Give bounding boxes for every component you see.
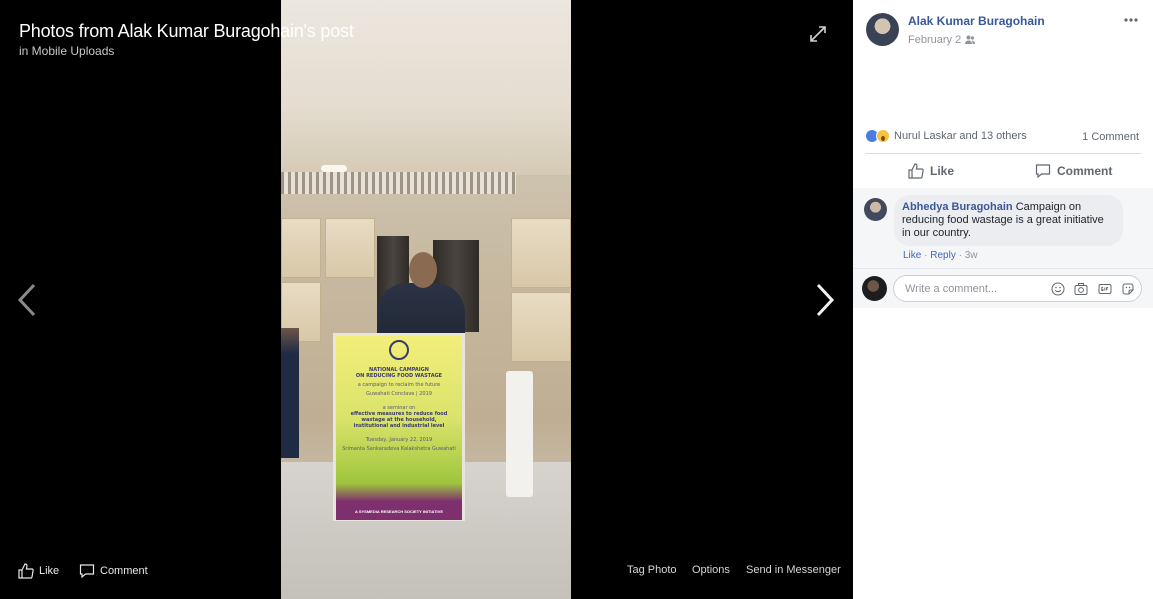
chevron-left-icon[interactable] — [16, 283, 40, 317]
reactions-names[interactable]: Nurul Laskar and 13 others — [894, 130, 1027, 142]
write-comment-input[interactable]: Write a comment... — [893, 275, 1142, 302]
photo-wall-panel — [281, 218, 321, 278]
banner-logo — [389, 340, 409, 360]
gif-icon[interactable] — [1098, 282, 1112, 296]
more-icon[interactable] — [1123, 16, 1139, 24]
chevron-right-icon[interactable] — [812, 283, 836, 317]
divider — [865, 153, 1141, 154]
meta-separator: · — [955, 250, 965, 261]
viewer-like-button[interactable]: Like — [18, 563, 59, 579]
banner-text: institutional and industrial level — [353, 423, 445, 429]
banner-text: ON REDUCING FOOD WASTAGE — [355, 373, 443, 379]
reactions-summary[interactable]: Nurul Laskar and 13 others — [865, 129, 1027, 143]
tag-photo-link[interactable]: Tag Photo — [627, 564, 677, 576]
comment-list: Abhedya Buragohain Campaign on reducing … — [853, 188, 1153, 268]
options-link[interactable]: Options — [692, 564, 730, 576]
comment-placeholder: Write a comment... — [905, 283, 998, 295]
emoji-icon[interactable] — [1051, 282, 1065, 296]
commenter-name[interactable]: Abhedya Buragohain — [902, 201, 1013, 213]
banner-text: a campaign to reclaim the future — [357, 382, 441, 388]
photo-lamp — [321, 165, 347, 172]
post-date[interactable]: February 2 — [908, 34, 961, 46]
comment-reply-link[interactable]: Reply — [930, 250, 956, 261]
photo-stand — [506, 371, 533, 497]
photo[interactable]: NATIONAL CAMPAIGN ON REDUCING FOOD WASTA… — [281, 0, 571, 599]
viewer-like-label: Like — [39, 565, 60, 577]
commenter-avatar[interactable] — [864, 198, 887, 221]
banner-text: Srimanta Sankaradeva Kalakshetra Guwahat… — [342, 446, 456, 452]
photo-viewer: NATIONAL CAMPAIGN ON REDUCING FOOD WASTA… — [0, 0, 853, 599]
viewer-bottom-bar: Like Comment Tag Photo Options Send in M… — [0, 560, 853, 582]
author-avatar[interactable] — [866, 13, 899, 46]
photo-speaker-head — [409, 252, 437, 288]
like-button-label: Like — [930, 164, 955, 178]
expand-icon[interactable] — [808, 24, 828, 44]
viewer-title[interactable]: Photos from Alak Kumar Buragohain's post — [19, 21, 354, 42]
post-side-panel: Alak Kumar Buragohain February 2 Nurul L… — [853, 0, 1153, 599]
comment-time[interactable]: 3w — [965, 250, 978, 261]
comment-button[interactable]: Comment — [1035, 163, 1112, 179]
banner-text: Tuesday, January 22, 2019 — [365, 437, 433, 443]
banner-text: Guwahati Conclave | 2019 — [366, 391, 432, 397]
comment-icon — [79, 564, 95, 579]
thumbs-up-icon — [18, 563, 34, 579]
photo-wall-panel — [511, 292, 571, 362]
banner-footer: A SYSMEDIA RESEARCH SOCIETY INITIATIVE — [354, 509, 443, 514]
comment-count[interactable]: 1 Comment — [1082, 131, 1139, 143]
photo-side-person — [281, 328, 299, 458]
comment-like-link[interactable]: Like — [903, 250, 921, 261]
viewer-comment-label: Comment — [100, 565, 148, 577]
camera-icon[interactable] — [1074, 282, 1088, 296]
like-button[interactable]: Like — [908, 163, 954, 179]
comment-meta: Like · Reply · 3w — [903, 250, 978, 261]
meta-separator: · — [921, 250, 931, 261]
send-in-messenger-link[interactable]: Send in Messenger — [746, 564, 841, 576]
comment-composer: Write a comment... — [853, 268, 1153, 308]
friends-icon[interactable] — [964, 34, 976, 46]
photo-wall-panel — [511, 218, 571, 288]
viewer-album-link[interactable]: in Mobile Uploads — [19, 44, 114, 58]
photo-wall-panel — [325, 218, 375, 278]
current-user-avatar[interactable] — [862, 276, 887, 301]
wow-reaction-icon — [876, 129, 890, 143]
author-name[interactable]: Alak Kumar Buragohain — [908, 14, 1045, 28]
viewer-comment-button[interactable]: Comment — [79, 563, 148, 579]
photo-vent — [281, 172, 516, 194]
photo-banner: NATIONAL CAMPAIGN ON REDUCING FOOD WASTA… — [336, 336, 462, 520]
comment-bubble: Abhedya Buragohain Campaign on reducing … — [894, 195, 1123, 246]
thumbs-up-icon — [908, 163, 924, 179]
sticker-icon[interactable] — [1121, 282, 1135, 296]
comment-icon — [1035, 164, 1051, 179]
comment-button-label: Comment — [1057, 164, 1113, 178]
